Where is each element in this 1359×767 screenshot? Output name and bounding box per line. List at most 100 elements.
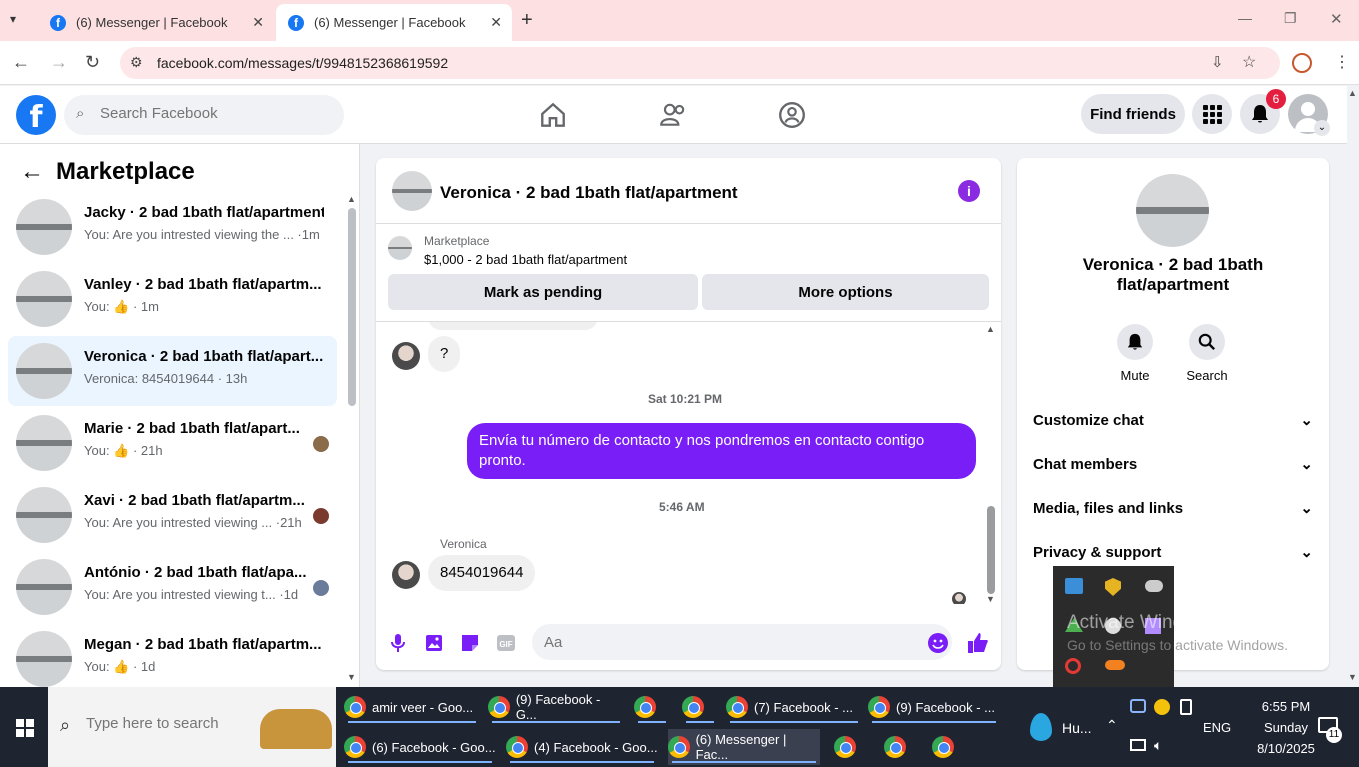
- find-friends-button[interactable]: Find friends: [1081, 94, 1185, 134]
- menu-dots-icon[interactable]: ⋮: [1334, 52, 1350, 72]
- site-info-icon[interactable]: ⚙: [130, 54, 143, 71]
- install-app-icon[interactable]: ⇩: [1211, 53, 1224, 71]
- mute-action[interactable]: Mute: [1105, 324, 1165, 383]
- minimize-icon[interactable]: —: [1238, 10, 1252, 26]
- show-hidden-icons-chevron-icon[interactable]: ⌃: [1106, 717, 1118, 734]
- taskbar-search-input[interactable]: [86, 715, 266, 732]
- listing-avatar-large[interactable]: [1136, 174, 1209, 247]
- page-scroll-up-icon[interactable]: ▲: [1348, 88, 1357, 98]
- scroll-down-icon[interactable]: ▼: [986, 594, 995, 604]
- close-tab-icon[interactable]: ✕: [252, 14, 264, 31]
- cloud-icon[interactable]: [1145, 580, 1163, 592]
- tray-app-icon[interactable]: [1154, 699, 1170, 715]
- close-tab-icon[interactable]: ✕: [490, 14, 502, 31]
- info-icon[interactable]: i: [958, 180, 980, 202]
- taskbar-chrome-window[interactable]: [834, 729, 864, 765]
- mark-as-pending-button[interactable]: Mark as pending: [388, 274, 698, 310]
- privacy-support-row[interactable]: Privacy & support ⌄: [1033, 537, 1313, 567]
- facebook-logo-icon[interactable]: f: [16, 95, 56, 135]
- conversation-item[interactable]: Megan · 2 bad 1bath flat/apartm... You: …: [8, 624, 337, 687]
- search-input[interactable]: [100, 105, 320, 122]
- weather-text[interactable]: Hu...: [1062, 720, 1092, 736]
- clock-date[interactable]: 8/10/2025: [1236, 741, 1336, 756]
- taskbar-chrome-window[interactable]: (9) Facebook - ...: [868, 689, 1000, 725]
- sender-avatar[interactable]: [392, 342, 420, 370]
- tray-device-icon[interactable]: [1180, 699, 1192, 715]
- facebook-search[interactable]: ⌕: [64, 95, 344, 135]
- back-icon[interactable]: ←: [12, 52, 30, 73]
- taskbar-chrome-window[interactable]: [634, 689, 670, 725]
- taskbar-chrome-window[interactable]: (4) Facebook - Goo...: [506, 729, 658, 765]
- new-tab-icon[interactable]: +: [521, 9, 533, 32]
- taskbar-search[interactable]: ⌕: [48, 687, 336, 767]
- emoji-icon[interactable]: [927, 632, 949, 654]
- security-shield-icon[interactable]: [1105, 578, 1121, 596]
- scroll-up-icon[interactable]: ▲: [347, 194, 356, 204]
- like-thumb-icon[interactable]: [967, 632, 989, 654]
- tray-app-icon[interactable]: [1130, 699, 1146, 713]
- reload-icon[interactable]: ↻: [85, 52, 100, 73]
- listing-avatar[interactable]: [392, 171, 432, 211]
- thread-scrollbar[interactable]: [987, 506, 995, 594]
- conversation-item[interactable]: Marie · 2 bad 1bath flat/apart... You: 👍…: [8, 408, 337, 478]
- windows-taskbar: ⌕ amir veer - Goo... (9) Facebook - G...…: [0, 687, 1359, 767]
- groups-icon[interactable]: [777, 100, 807, 130]
- cloudflare-icon[interactable]: [1105, 660, 1125, 670]
- search-icon[interactable]: [1189, 324, 1225, 360]
- window-close-icon[interactable]: ✕: [1330, 10, 1343, 28]
- language-indicator[interactable]: ENG: [1203, 720, 1231, 735]
- page-scroll-down-icon[interactable]: ▼: [1348, 672, 1357, 682]
- taskbar-chrome-window[interactable]: (7) Facebook - ...: [726, 689, 862, 725]
- taskbar-chrome-window[interactable]: [682, 689, 718, 725]
- opera-icon[interactable]: [1065, 658, 1081, 674]
- chat-list-scrollbar[interactable]: [348, 208, 356, 406]
- conversation-item[interactable]: Vanley · 2 bad 1bath flat/apartm... You:…: [8, 264, 337, 334]
- profile-icon[interactable]: [1292, 53, 1312, 73]
- restore-icon[interactable]: ❐: [1284, 10, 1297, 27]
- home-icon[interactable]: [538, 100, 568, 130]
- taskbar-chrome-window[interactable]: amir veer - Goo...: [344, 689, 480, 725]
- address-bar[interactable]: ⚙ facebook.com/messages/t/99481523686195…: [120, 47, 1280, 79]
- network-icon[interactable]: [1130, 739, 1146, 751]
- tab-list-dropdown-icon[interactable]: ▾: [10, 12, 16, 26]
- search-action[interactable]: Search: [1177, 324, 1237, 383]
- conversation-item[interactable]: Jacky · 2 bad 1bath flat/apartment You: …: [8, 192, 337, 262]
- taskbar-chrome-window-active[interactable]: (6) Messenger | Fac...: [668, 729, 820, 765]
- listing-summary[interactable]: $1,000 - 2 bad 1bath flat/apartment: [424, 252, 627, 267]
- conversation-item[interactable]: António · 2 bad 1bath flat/apa... You: A…: [8, 552, 337, 622]
- bookmark-star-icon[interactable]: ☆: [1242, 52, 1256, 72]
- conversation-title[interactable]: Veronica · 2 bad 1bath flat/apartment: [440, 183, 738, 203]
- clock-time[interactable]: 6:55 PM: [1236, 699, 1336, 714]
- bell-icon[interactable]: [1117, 324, 1153, 360]
- account-chevron-icon[interactable]: ⌄: [1314, 120, 1330, 136]
- sender-avatar[interactable]: [392, 561, 420, 589]
- scroll-down-icon[interactable]: ▼: [347, 672, 356, 682]
- back-arrow-icon[interactable]: ←: [20, 158, 44, 186]
- taskbar-chrome-window[interactable]: [884, 729, 914, 765]
- more-options-button[interactable]: More options: [702, 274, 989, 310]
- message-input[interactable]: [532, 624, 952, 660]
- microphone-icon[interactable]: [387, 632, 409, 654]
- taskbar-chrome-window[interactable]: (6) Facebook - Goo...: [344, 729, 496, 765]
- menu-grid-icon[interactable]: [1192, 94, 1232, 134]
- photo-icon[interactable]: [423, 632, 445, 654]
- conversation-item-selected[interactable]: Veronica · 2 bad 1bath flat/apart... Ver…: [8, 336, 337, 406]
- scroll-up-icon[interactable]: ▲: [986, 324, 995, 334]
- taskbar-chrome-window[interactable]: [932, 729, 962, 765]
- weather-drop-icon[interactable]: [1030, 713, 1052, 741]
- sticker-icon[interactable]: [459, 632, 481, 654]
- customize-chat-row[interactable]: Customize chat ⌄: [1033, 405, 1313, 435]
- gif-icon[interactable]: GIF: [495, 632, 517, 654]
- taskbar-chrome-window[interactable]: (9) Facebook - G...: [488, 689, 624, 725]
- chat-members-row[interactable]: Chat members ⌄: [1033, 449, 1313, 479]
- conversation-item[interactable]: Xavi · 2 bad 1bath flat/apartm... You: A…: [8, 480, 337, 550]
- network-app-icon[interactable]: [1065, 578, 1083, 594]
- volume-icon[interactable]: 🔈︎: [1154, 737, 1162, 754]
- forward-icon[interactable]: →: [50, 52, 68, 73]
- friends-icon[interactable]: [658, 100, 688, 130]
- browser-tab-1[interactable]: f (6) Messenger | Facebook ✕: [38, 4, 274, 41]
- media-files-row[interactable]: Media, files and links ⌄: [1033, 493, 1313, 523]
- browser-tab-2[interactable]: f (6) Messenger | Facebook ✕: [276, 4, 512, 41]
- windows-start-icon[interactable]: [16, 719, 34, 742]
- row-label: Chat members: [1033, 455, 1138, 473]
